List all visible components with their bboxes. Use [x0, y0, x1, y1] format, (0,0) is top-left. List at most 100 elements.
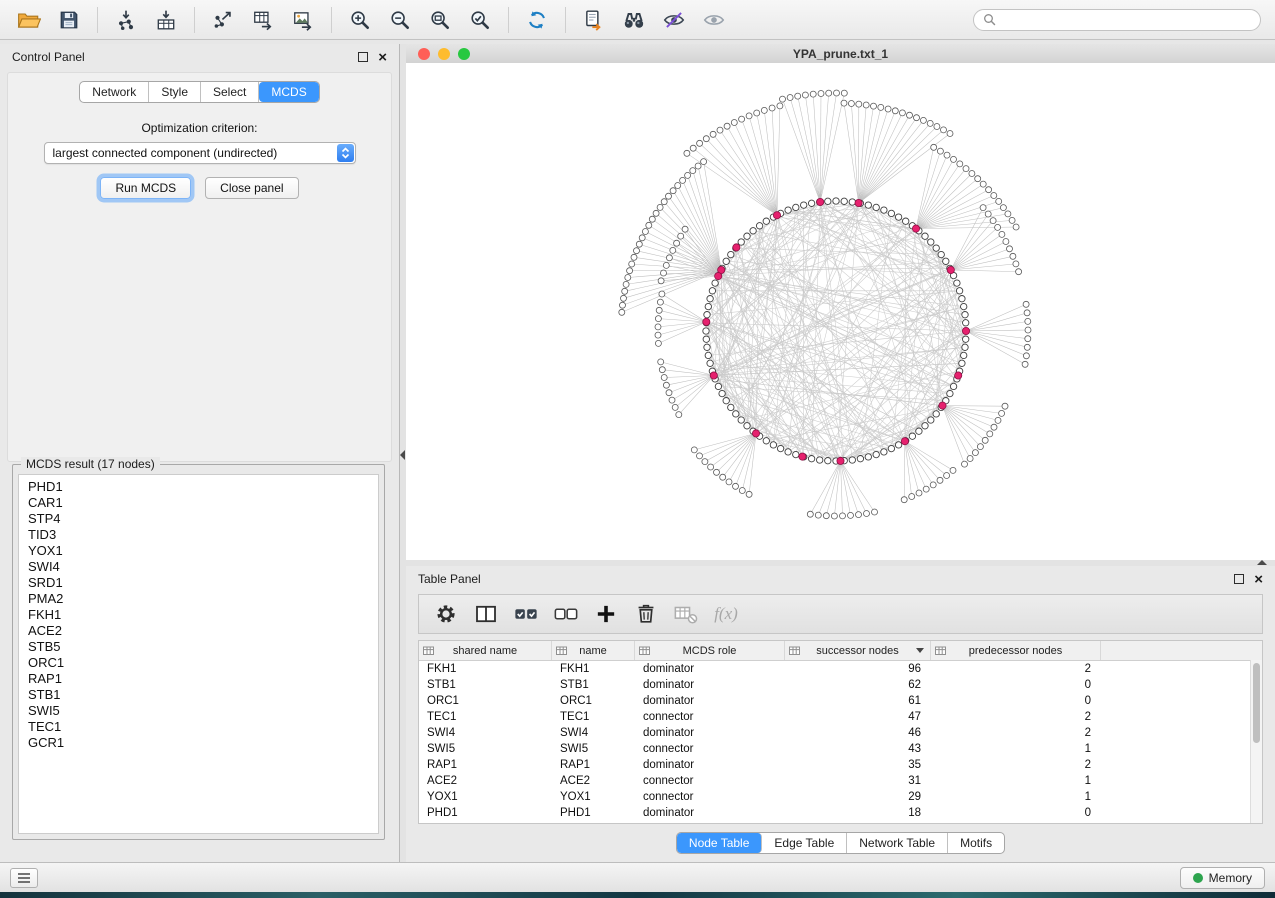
column-header-name[interactable]: name [552, 641, 635, 660]
show-all-button[interactable] [695, 4, 733, 36]
run-mcds-button[interactable]: Run MCDS [100, 177, 191, 199]
mcds-result-box: MCDS result (17 nodes) PHD1CAR1STP4TID3Y… [12, 464, 385, 840]
status-menu-button[interactable] [10, 868, 38, 888]
table-settings-button[interactable] [431, 598, 461, 630]
zoom-fit-button[interactable] [421, 4, 459, 36]
table-scrollbar[interactable] [1250, 660, 1262, 823]
close-window-traffic-light[interactable] [418, 48, 430, 60]
mcds-result-item[interactable]: FKH1 [28, 607, 369, 623]
tab-network-table[interactable]: Network Table [847, 833, 948, 853]
toolbar-separator [565, 7, 566, 33]
export-network-button[interactable] [204, 4, 242, 36]
minimize-window-traffic-light[interactable] [438, 48, 450, 60]
column-header-MCDS-role[interactable]: MCDS role [635, 641, 785, 660]
mcds-result-item[interactable]: ORC1 [28, 655, 369, 671]
open-file-button[interactable] [10, 4, 48, 36]
mcds-result-item[interactable]: TID3 [28, 527, 369, 543]
cell-name: TEC1 [552, 711, 635, 723]
cell-successor-nodes: 96 [785, 663, 931, 675]
mcds-result-item[interactable]: TEC1 [28, 719, 369, 735]
hide-selected-button[interactable] [655, 4, 693, 36]
node-table-row[interactable]: SWI5SWI5connector431 [419, 741, 1262, 757]
find-button[interactable] [615, 4, 653, 36]
column-header-shared-name[interactable]: shared name [419, 641, 552, 660]
tab-network[interactable]: Network [80, 82, 149, 102]
node-table-row[interactable]: FKH1FKH1dominator962 [419, 661, 1262, 677]
cell-MCDS-role: dominator [635, 759, 785, 771]
search-input[interactable] [1001, 12, 1251, 28]
add-column-button[interactable] [591, 598, 621, 630]
mcds-result-item[interactable]: GCR1 [28, 735, 369, 751]
export-image-button[interactable] [284, 4, 322, 36]
float-panel-icon[interactable] [358, 52, 368, 62]
mcds-result-item[interactable]: YOX1 [28, 543, 369, 559]
mcds-result-item[interactable]: SWI4 [28, 559, 369, 575]
float-table-panel-icon[interactable] [1234, 574, 1244, 584]
status-bar: Memory [0, 862, 1275, 892]
tab-mcds[interactable]: MCDS [259, 82, 318, 102]
close-panel-icon[interactable]: × [378, 50, 387, 65]
control-panel-tabs: NetworkStyleSelectMCDS [79, 81, 319, 103]
network-window-titlebar[interactable]: YPA_prune.txt_1 [406, 44, 1275, 64]
select-all-rows-button[interactable] [511, 598, 541, 630]
import-table-button[interactable] [147, 4, 185, 36]
delete-columns-button[interactable] [631, 598, 661, 630]
mcds-result-item[interactable]: SRD1 [28, 575, 369, 591]
node-table-row[interactable]: SWI4SWI4dominator462 [419, 725, 1262, 741]
scrollbar-thumb[interactable] [1253, 663, 1260, 743]
memory-button[interactable]: Memory [1180, 867, 1265, 889]
node-table-row[interactable]: TEC1TEC1connector472 [419, 709, 1262, 725]
zoom-in-button[interactable] [341, 4, 379, 36]
mcds-result-item[interactable]: RAP1 [28, 671, 369, 687]
zoom-selected-icon [469, 9, 491, 31]
mcds-result-item[interactable]: ACE2 [28, 623, 369, 639]
mcds-result-list[interactable]: PHD1CAR1STP4TID3YOX1SWI4SRD1PMA2FKH1ACE2… [18, 474, 379, 834]
network-graph[interactable] [406, 63, 1275, 560]
node-table-row[interactable]: ACE2ACE2connector311 [419, 773, 1262, 789]
collapse-bottom-handle[interactable] [1257, 560, 1267, 565]
mcds-result-item[interactable]: STB5 [28, 639, 369, 655]
search-field[interactable] [973, 9, 1261, 31]
mcds-result-item[interactable]: PHD1 [28, 479, 369, 495]
close-table-panel-icon[interactable]: × [1254, 572, 1263, 587]
zoom-selected-button[interactable] [461, 4, 499, 36]
zoom-window-traffic-light[interactable] [458, 48, 470, 60]
mcds-result-item[interactable]: STB1 [28, 687, 369, 703]
desktop-wallpaper-strip [0, 892, 1275, 898]
mcds-result-item[interactable]: PMA2 [28, 591, 369, 607]
tab-motifs[interactable]: Motifs [948, 833, 1004, 853]
tab-node-table[interactable]: Node Table [677, 833, 763, 853]
close-panel-button[interactable]: Close panel [205, 177, 298, 199]
tab-style[interactable]: Style [149, 82, 201, 102]
column-header-predecessor-nodes[interactable]: predecessor nodes [931, 641, 1101, 660]
tab-edge-table[interactable]: Edge Table [762, 833, 847, 853]
export-table-button[interactable] [244, 4, 282, 36]
save-session-button[interactable] [50, 4, 88, 36]
optimization-criterion-dropdown[interactable]: largest connected component (undirected) [44, 142, 356, 164]
deselect-all-rows-button[interactable] [551, 598, 581, 630]
binoculars-icon [622, 9, 646, 31]
mcds-result-item[interactable]: STP4 [28, 511, 369, 527]
function-builder-button[interactable]: f(x) [711, 598, 741, 630]
zoom-out-button[interactable] [381, 4, 419, 36]
columns-icon [474, 602, 498, 626]
delete-table-button[interactable] [671, 598, 701, 630]
node-table-row[interactable]: YOX1YOX1connector291 [419, 789, 1262, 805]
mcds-result-item[interactable]: CAR1 [28, 495, 369, 511]
clone-network-button[interactable] [575, 4, 613, 36]
node-table-row[interactable]: ORC1ORC1dominator610 [419, 693, 1262, 709]
cell-successor-nodes: 18 [785, 807, 931, 819]
network-canvas[interactable] [406, 63, 1275, 560]
import-network-button[interactable] [107, 4, 145, 36]
refresh-button[interactable] [518, 4, 556, 36]
column-visibility-button[interactable] [471, 598, 501, 630]
export-table-icon [252, 9, 274, 31]
mcds-result-item[interactable]: SWI5 [28, 703, 369, 719]
collapse-left-handle[interactable] [400, 450, 405, 460]
node-table-row[interactable]: RAP1RAP1dominator352 [419, 757, 1262, 773]
cell-predecessor-nodes: 1 [931, 775, 1101, 787]
node-table-row[interactable]: STB1STB1dominator620 [419, 677, 1262, 693]
node-table-row[interactable]: PHD1PHD1dominator180 [419, 805, 1262, 821]
column-header-successor-nodes[interactable]: successor nodes [785, 641, 931, 660]
tab-select[interactable]: Select [201, 82, 259, 102]
